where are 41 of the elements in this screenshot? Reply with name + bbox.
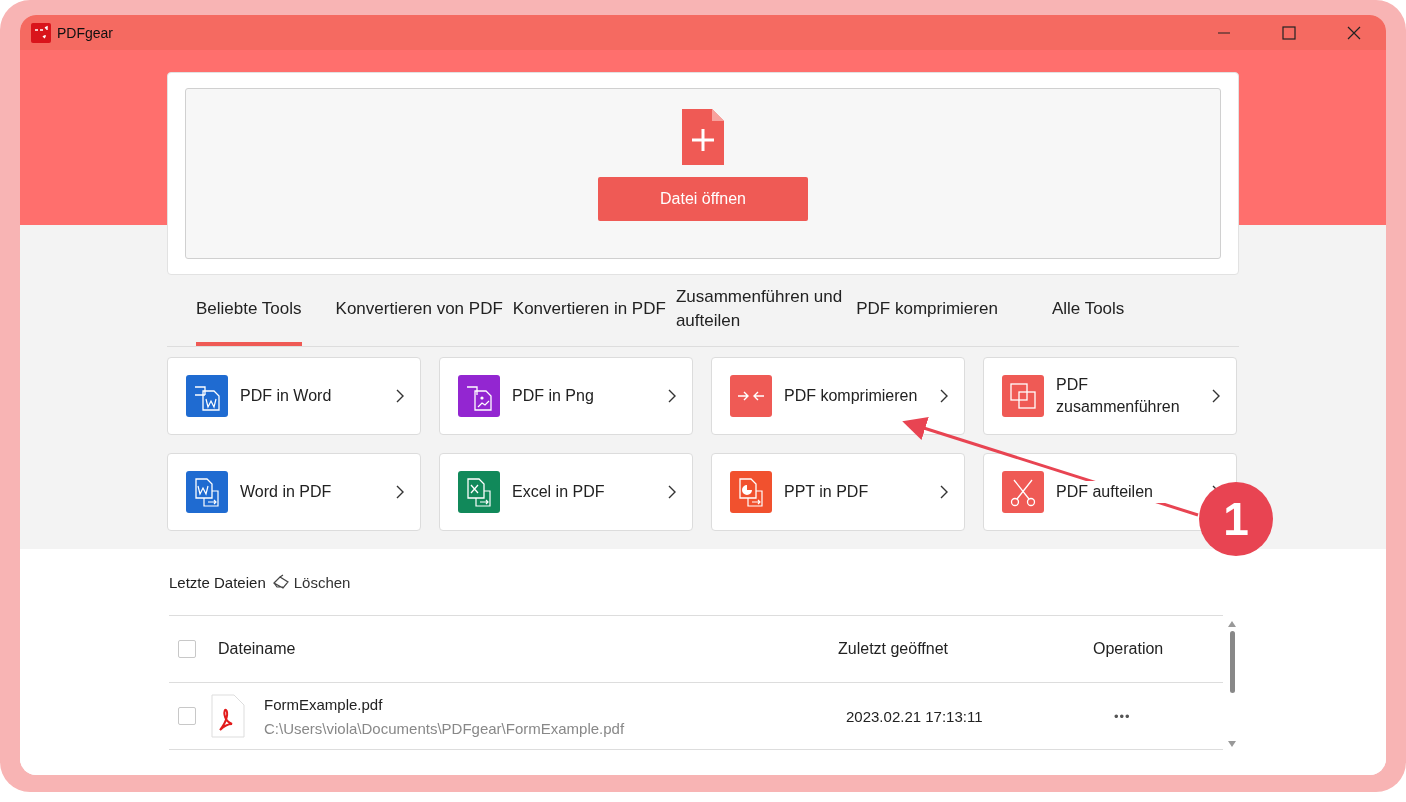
column-header: Zuletzt geöffnet: [838, 640, 949, 658]
chevron-right-icon: [668, 485, 676, 499]
checkbox[interactable]: [178, 640, 196, 658]
chevron-right-icon: [940, 389, 948, 403]
pdf-file-icon: [210, 694, 246, 738]
scroll-down-icon: [1228, 741, 1236, 747]
tab[interactable]: Alle Tools: [1051, 276, 1125, 346]
app-logo-icon: [31, 22, 51, 43]
file-path: C:\Users\viola\Documents\PDFgear\FormExample.pdf: [264, 719, 625, 737]
section-title: Letzte Dateien: [169, 573, 266, 591]
tab[interactable]: Konvertieren in PDF: [512, 276, 666, 346]
chevron-right-icon: [396, 485, 404, 499]
column-header: Operation: [1093, 640, 1164, 658]
chevron-right-icon: [668, 389, 676, 403]
tool-card[interactable]: PDF komprimieren: [711, 357, 965, 435]
tool-card[interactable]: PDF in Word: [167, 357, 421, 435]
tool-card[interactable]: Excel in PDF: [439, 453, 693, 531]
tab[interactable]: Konvertieren von PDF: [335, 276, 503, 346]
clear-button[interactable]: Löschen: [265, 573, 351, 591]
chevron-right-icon: [396, 389, 404, 403]
broom-icon: [271, 574, 290, 590]
more-button[interactable]: •••: [1114, 708, 1131, 724]
tool-card[interactable]: PDF in Png: [439, 357, 693, 435]
add-file-icon: [682, 109, 724, 165]
chevron-right-icon: [1212, 389, 1220, 403]
tool-card[interactable]: PPT in PDF: [711, 453, 965, 531]
column-header: Dateiname: [218, 640, 297, 658]
maximize-icon[interactable]: [1282, 25, 1296, 40]
close-icon[interactable]: [1347, 25, 1361, 40]
scroll-thumb[interactable]: [1229, 631, 1235, 693]
tool-card[interactable]: Word in PDF: [167, 453, 421, 531]
chevron-right-icon: [940, 485, 948, 499]
tool-card[interactable]: PDF zusammenführen: [983, 357, 1237, 435]
tab[interactable]: Beliebte Tools: [196, 276, 302, 346]
file-name[interactable]: FormExample.pdf: [264, 695, 625, 713]
tab[interactable]: PDF komprimieren: [856, 276, 998, 346]
tab[interactable]: Zusammenführen und aufteilen: [675, 276, 843, 346]
window-title: PDFgear: [57, 24, 114, 41]
scroll-up-icon: [1228, 621, 1236, 627]
checkbox[interactable]: [178, 707, 196, 725]
table-cell-text: 2023.02.21 17:13:11: [846, 707, 984, 725]
